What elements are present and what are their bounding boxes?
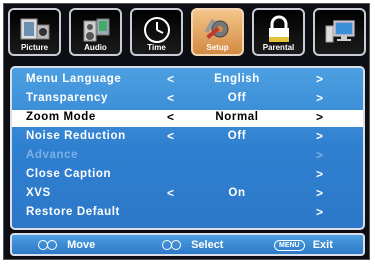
menu-key-icon: MENU (274, 239, 305, 251)
lock-icon (268, 15, 289, 42)
menu-item-zoom-mode[interactable]: Zoom Mode < Normal > (12, 110, 363, 127)
exit-hint: MENU Exit (274, 239, 333, 251)
menu-item-label: Zoom Mode (26, 111, 96, 123)
right-arrow-icon[interactable]: > (316, 186, 323, 200)
tab-bar: Picture Audio Time Setup Parental (8, 8, 366, 58)
setup-tools-icon (204, 18, 228, 40)
exit-hint-label: Exit (312, 239, 333, 251)
tab-label: Setup (206, 43, 229, 52)
menu-item-close-caption[interactable]: Close Caption > (12, 167, 363, 184)
tab-parental[interactable]: Parental (252, 8, 305, 56)
menu-item-noise-reduction[interactable]: Noise Reduction < Off > (12, 129, 363, 146)
menu-item-advance: Advance > (12, 148, 363, 165)
menu-item-restore-default[interactable]: Restore Default > (12, 205, 363, 222)
menu-item-value: Normal (215, 111, 259, 123)
move-hint-label: Move (67, 239, 96, 251)
left-arrow-icon[interactable]: < (167, 186, 174, 200)
tab-setup[interactable]: Setup (191, 8, 244, 56)
menu-item-label: Close Caption (26, 168, 112, 180)
left-right-keys-icon (171, 240, 181, 251)
computer-icon (325, 20, 354, 43)
right-arrow-icon[interactable]: > (316, 205, 323, 219)
move-hint: Move (38, 239, 95, 251)
audio-icon (83, 18, 109, 42)
tab-label: Time (147, 43, 166, 52)
key-hint-bar: Move Select MENU Exit (10, 233, 365, 256)
menu-item-menu-language[interactable]: Menu Language < English > (12, 72, 363, 89)
left-arrow-icon[interactable]: < (167, 110, 174, 124)
tab-label: Parental (262, 43, 295, 52)
left-arrow-icon[interactable]: < (167, 72, 174, 86)
select-hint-label: Select (191, 239, 224, 251)
tab-label: Audio (84, 43, 107, 52)
menu-item-value: English (214, 73, 260, 85)
menu-item-value: Off (227, 130, 247, 142)
menu-item-transparency[interactable]: Transparency < Off > (12, 91, 363, 108)
tab-picture[interactable]: Picture (8, 8, 61, 56)
tab-label: Picture (20, 43, 49, 52)
right-arrow-icon[interactable]: > (316, 129, 323, 143)
tab-time[interactable]: Time (130, 8, 183, 56)
menu-item-label: Transparency (26, 92, 108, 104)
left-arrow-icon[interactable]: < (167, 91, 174, 105)
right-arrow-icon[interactable]: > (316, 91, 323, 105)
menu-item-label: Noise Reduction (26, 130, 126, 142)
menu-item-label: XVS (26, 187, 51, 199)
right-arrow-icon[interactable]: > (316, 110, 323, 124)
up-down-keys-icon (47, 240, 57, 251)
tab-audio[interactable]: Audio (69, 8, 122, 56)
right-arrow-icon[interactable]: > (316, 72, 323, 86)
right-arrow-icon[interactable]: > (316, 167, 323, 181)
tv-osd-menu: Picture Audio Time Setup Parental Menu L… (3, 3, 370, 260)
setup-menu-panel: Menu Language < English > Transparency <… (10, 66, 365, 230)
select-hint: Select (162, 239, 223, 251)
menu-item-value: On (228, 187, 246, 199)
menu-item-label: Restore Default (26, 206, 120, 218)
right-arrow-icon: > (316, 148, 324, 162)
menu-item-label: Menu Language (26, 73, 122, 85)
left-arrow-icon[interactable]: < (167, 129, 174, 143)
tab-pc[interactable] (313, 8, 366, 56)
picture-icon (20, 18, 49, 40)
clock-icon (143, 17, 170, 43)
menu-item-value: Off (227, 92, 247, 104)
menu-item-label: Advance (26, 149, 79, 161)
menu-item-xvs[interactable]: XVS < On > (12, 186, 363, 203)
